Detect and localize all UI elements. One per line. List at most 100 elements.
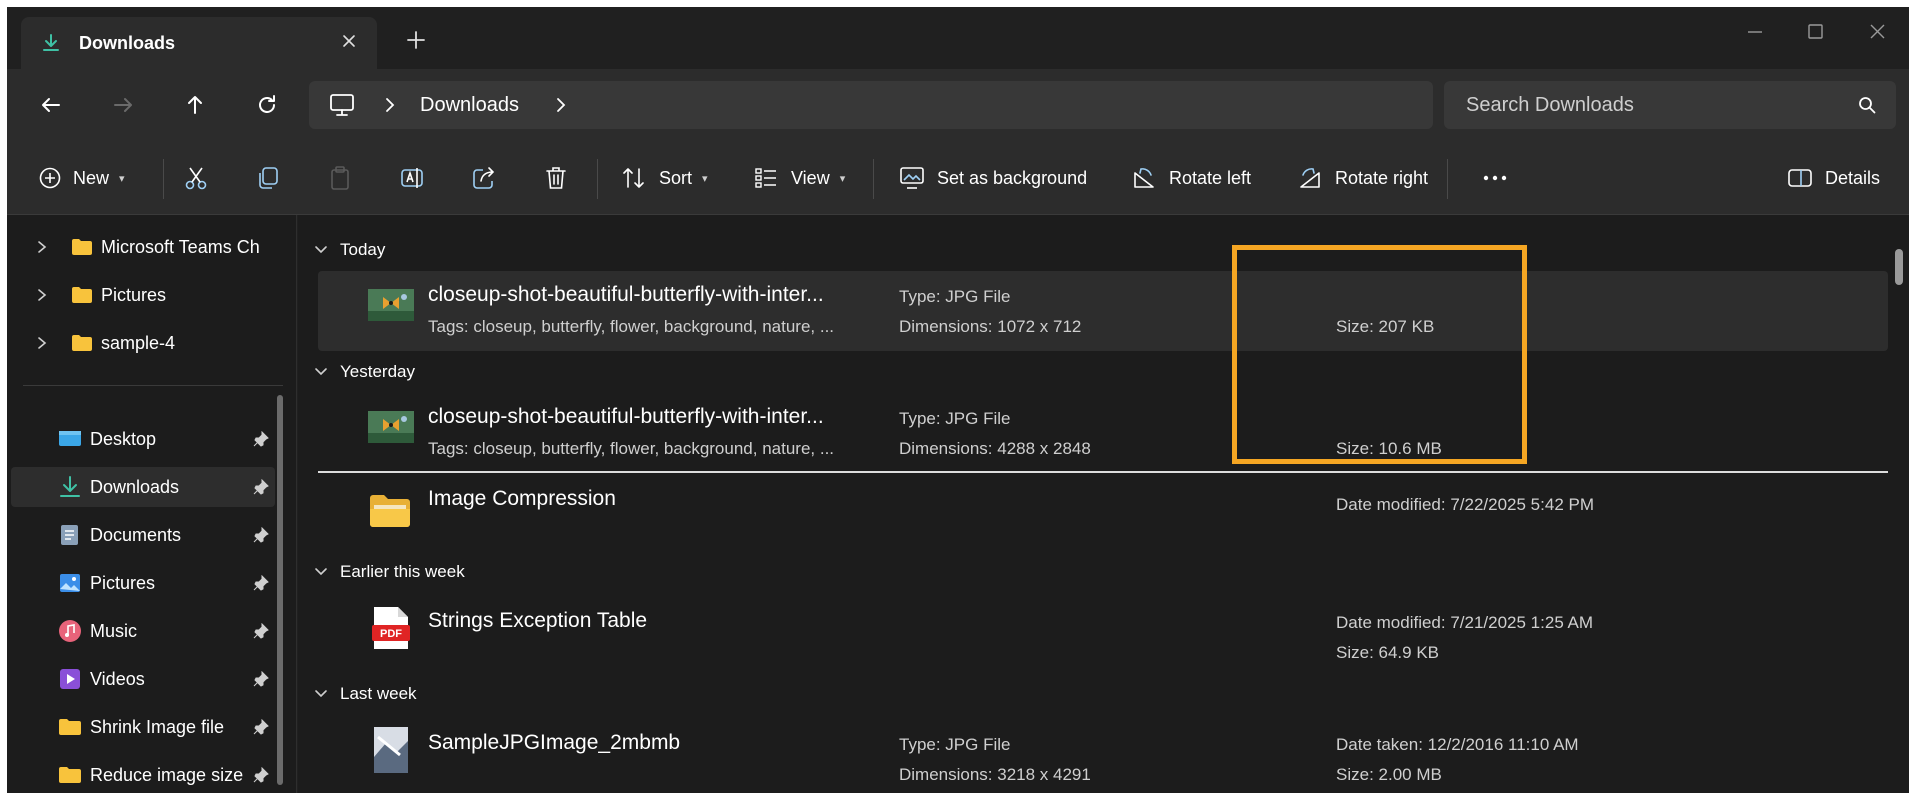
file-row[interactable]: closeup-shot-beautiful-butterfly-with-in… bbox=[318, 271, 1888, 351]
chevron-right-icon[interactable] bbox=[554, 96, 568, 114]
rotate-right-button[interactable]: Rotate right bbox=[1297, 161, 1428, 195]
file-row[interactable]: SampleJPGImage_2mbmb Type: JPG File Dime… bbox=[318, 719, 1888, 793]
back-arrow-icon[interactable] bbox=[37, 91, 65, 119]
sidebar-item-pictures-folder[interactable]: Pictures bbox=[35, 275, 290, 315]
navigation-pane: Microsoft Teams Cha Pictures sample-4 De… bbox=[7, 215, 297, 793]
search-input[interactable] bbox=[1444, 81, 1844, 129]
details-pane-button[interactable]: Details bbox=[1787, 161, 1880, 195]
address-bar[interactable]: Downloads bbox=[309, 81, 1433, 129]
pin-icon[interactable] bbox=[253, 719, 269, 735]
group-header-today[interactable]: Today bbox=[314, 237, 385, 263]
file-name[interactable]: Image Compression bbox=[428, 487, 616, 511]
tab-downloads[interactable]: Downloads bbox=[21, 17, 377, 69]
group-label: Earlier this week bbox=[340, 562, 465, 581]
chevron-down-icon: ▾ bbox=[839, 172, 846, 185]
folder-icon bbox=[370, 495, 410, 527]
more-options-button[interactable] bbox=[1481, 161, 1509, 195]
rotate-right-icon bbox=[1300, 168, 1320, 188]
group-header-yesterday[interactable]: Yesterday bbox=[314, 359, 415, 385]
new-button[interactable]: New ▾ bbox=[39, 161, 125, 195]
sidebar-item-reduce-image-size[interactable]: Reduce image size i bbox=[11, 755, 275, 793]
file-name[interactable]: Strings Exception Table bbox=[428, 609, 647, 633]
sidebar-item-documents[interactable]: Documents bbox=[11, 515, 275, 555]
sort-button[interactable]: Sort ▾ bbox=[621, 161, 708, 195]
rotate-left-icon bbox=[1134, 168, 1154, 188]
search-icon[interactable] bbox=[1858, 96, 1876, 114]
rotate-left-button[interactable]: Rotate left bbox=[1131, 161, 1251, 195]
search-box bbox=[1444, 81, 1896, 129]
new-tab-icon[interactable] bbox=[405, 29, 427, 51]
close-window-icon[interactable] bbox=[1865, 21, 1889, 43]
sidebar-item-desktop[interactable]: Desktop bbox=[11, 419, 275, 459]
sidebar-item-label: Pictures bbox=[101, 284, 167, 305]
chevron-right-icon[interactable] bbox=[35, 336, 49, 350]
paste-button[interactable] bbox=[327, 161, 353, 195]
chevron-down-icon[interactable] bbox=[314, 365, 328, 379]
file-name[interactable]: closeup-shot-beautiful-butterfly-with-in… bbox=[428, 283, 824, 307]
view-list-icon bbox=[755, 168, 776, 188]
documents-icon bbox=[61, 525, 78, 545]
file-dimensions: Dimensions: 1072 x 712 bbox=[899, 317, 1082, 336]
file-name[interactable]: closeup-shot-beautiful-butterfly-with-in… bbox=[428, 405, 824, 429]
sidebar-item-music[interactable]: Music bbox=[11, 611, 275, 651]
maximize-icon[interactable] bbox=[1803, 21, 1827, 43]
chevron-right-icon[interactable] bbox=[383, 96, 397, 114]
chevron-right-icon[interactable] bbox=[35, 240, 49, 254]
group-header-last-week[interactable]: Last week bbox=[314, 681, 417, 707]
new-label: New bbox=[73, 167, 110, 188]
sidebar-item-label: sample-4 bbox=[101, 332, 176, 353]
pin-icon[interactable] bbox=[253, 479, 269, 495]
view-button[interactable]: View ▾ bbox=[753, 161, 845, 195]
sidebar-scrollbar[interactable] bbox=[277, 395, 283, 785]
file-row[interactable]: PDF Strings Exception Table Date modifie… bbox=[318, 597, 1888, 677]
sidebar-item-label: Shrink Image file bbox=[90, 716, 225, 737]
copy-icon bbox=[259, 167, 278, 189]
sidebar-item-videos[interactable]: Videos bbox=[11, 659, 275, 699]
minimize-icon[interactable] bbox=[1743, 21, 1767, 43]
file-date-taken: Date taken: 12/2/2016 11:10 AM bbox=[1336, 735, 1579, 754]
file-tags: Tags: closeup, butterfly, flower, backgr… bbox=[428, 439, 835, 458]
sidebar-item-downloads[interactable]: Downloads bbox=[11, 467, 275, 507]
scissors-icon bbox=[185, 167, 207, 190]
content-scrollbar[interactable] bbox=[1895, 249, 1903, 285]
forward-arrow-icon[interactable] bbox=[109, 91, 137, 119]
cut-button[interactable] bbox=[183, 161, 209, 195]
address-location[interactable]: Downloads bbox=[420, 94, 519, 117]
sidebar-item-label: Pictures bbox=[90, 572, 156, 593]
chevron-down-icon[interactable] bbox=[314, 565, 328, 579]
chevron-down-icon[interactable] bbox=[314, 243, 328, 257]
pictures-icon bbox=[60, 574, 80, 592]
download-icon bbox=[43, 34, 59, 51]
close-tab-icon[interactable] bbox=[339, 31, 359, 51]
sidebar-item-shrink-image-file[interactable]: Shrink Image file bbox=[11, 707, 275, 747]
sidebar-item-pictures[interactable]: Pictures bbox=[11, 563, 275, 603]
sidebar-item-sample-4[interactable]: sample-4 bbox=[35, 323, 290, 363]
file-row[interactable]: closeup-shot-beautiful-butterfly-with-in… bbox=[318, 393, 1888, 473]
up-arrow-icon[interactable] bbox=[181, 91, 209, 119]
set-as-background-label: Set as background bbox=[937, 167, 1088, 188]
group-label: Today bbox=[340, 240, 386, 259]
chevron-down-icon[interactable] bbox=[314, 687, 328, 701]
pin-icon[interactable] bbox=[253, 671, 269, 687]
clipboard-icon bbox=[331, 166, 349, 190]
pin-icon[interactable] bbox=[253, 575, 269, 591]
sidebar-item-microsoft-teams[interactable]: Microsoft Teams Cha bbox=[35, 227, 290, 267]
refresh-icon[interactable] bbox=[253, 91, 281, 119]
pin-icon[interactable] bbox=[253, 767, 269, 783]
file-name[interactable]: SampleJPGImage_2mbmb bbox=[428, 731, 680, 755]
pin-icon[interactable] bbox=[253, 527, 269, 543]
group-header-earlier-this-week[interactable]: Earlier this week bbox=[314, 559, 465, 585]
folder-row[interactable]: Image Compression Date modified: 7/22/20… bbox=[318, 475, 1888, 555]
svg-text:PDF: PDF bbox=[380, 628, 402, 640]
pin-icon[interactable] bbox=[253, 623, 269, 639]
image-thumbnail-icon bbox=[374, 727, 408, 773]
this-pc-icon[interactable] bbox=[329, 93, 355, 117]
share-button[interactable] bbox=[471, 161, 497, 195]
set-as-background-button[interactable]: Set as background bbox=[899, 161, 1087, 195]
file-date-modified: Date modified: 7/21/2025 1:25 AM bbox=[1336, 613, 1594, 632]
pin-icon[interactable] bbox=[253, 431, 269, 447]
delete-button[interactable] bbox=[543, 161, 569, 195]
rename-button[interactable] bbox=[399, 161, 425, 195]
copy-button[interactable] bbox=[255, 161, 281, 195]
chevron-right-icon[interactable] bbox=[35, 288, 49, 302]
